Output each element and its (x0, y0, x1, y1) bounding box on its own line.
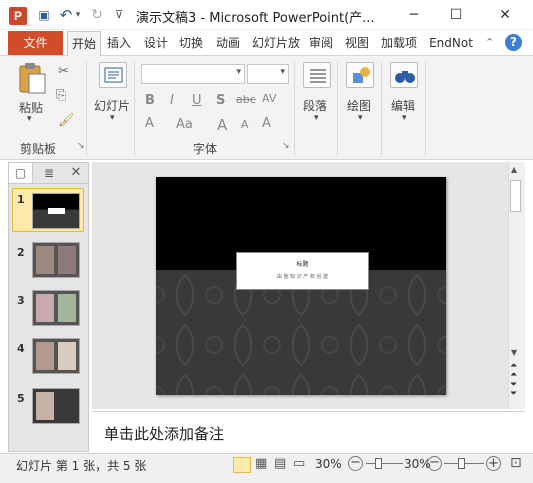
tab-insert[interactable]: 插入 (104, 31, 134, 55)
tab-file[interactable]: 文件 (8, 31, 63, 55)
text-shadow-button[interactable]: S (216, 93, 225, 108)
minimize-button[interactable]: ─ (393, 0, 435, 30)
tab-addins[interactable]: 加载项 (378, 31, 420, 55)
zoom-slider-thumb-2[interactable] (458, 458, 465, 469)
zoom-in-button[interactable]: + (486, 456, 501, 471)
zoom-out-button-2[interactable]: − (427, 456, 442, 471)
zoom-level[interactable]: 30% (315, 457, 342, 471)
copy-icon[interactable]: ⎘ (56, 88, 66, 103)
underline-button[interactable]: U (192, 93, 202, 108)
reading-view-icon[interactable]: ▤ (274, 456, 286, 471)
slideshow-view-icon[interactable]: ▭ (293, 456, 305, 471)
tab-slideshow[interactable]: 幻灯片放 (250, 31, 302, 55)
tab-endnote[interactable]: EndNot (426, 31, 476, 55)
paragraph-icon[interactable] (303, 62, 331, 88)
slide-thumbnail-1[interactable] (32, 193, 80, 229)
slide-number: 2 (17, 246, 25, 259)
cut-icon[interactable]: ✂ (58, 64, 69, 79)
fit-to-window-icon[interactable]: ⊡ (510, 455, 522, 471)
close-button[interactable]: ✕ (481, 0, 529, 30)
notes-pane[interactable]: 单击此处添加备注 (92, 411, 525, 453)
powerpoint-app-icon[interactable]: P (9, 7, 27, 25)
editing-dropdown-icon[interactable]: ▾ (402, 113, 407, 123)
customize-toolbar-icon[interactable]: ⊽ (110, 6, 128, 24)
paragraph-button-label[interactable]: 段落 (303, 97, 327, 114)
drawing-dropdown-icon[interactable]: ▾ (358, 113, 363, 123)
previous-slide-icon[interactable]: ⏶ ⏶ (510, 362, 517, 380)
paste-icon[interactable] (18, 62, 46, 94)
normal-view-icon[interactable] (233, 457, 251, 473)
zoom-slider-thumb[interactable] (375, 458, 382, 469)
maximize-button[interactable]: ☐ (435, 0, 477, 30)
new-slide-icon[interactable] (99, 62, 127, 88)
slide-number: 5 (17, 392, 25, 405)
find-binoculars-icon[interactable] (390, 62, 418, 88)
shrink-font-button[interactable]: A (241, 118, 249, 131)
collapse-ribbon-icon[interactable]: ⌃ (485, 36, 494, 49)
slide-subtitle: 由 整 知 识 产 权 创 建 (276, 274, 329, 280)
scroll-down-icon[interactable]: ▼ (511, 348, 517, 357)
help-icon[interactable]: ? (505, 34, 522, 51)
tab-design[interactable]: 设计 (141, 31, 171, 55)
font-name-combo[interactable]: ▾ (141, 64, 245, 84)
font-launcher-icon[interactable]: ↘ (282, 141, 290, 151)
notes-placeholder: 单击此处添加备注 (104, 425, 225, 443)
new-slide-button-label[interactable]: 幻灯片 (94, 97, 130, 114)
strikethrough-button[interactable]: abc (236, 93, 256, 106)
slide-number: 3 (17, 294, 25, 307)
slide-count-status: 幻灯片 第 1 张，共 5 张 (16, 459, 147, 473)
slide-thumbnail-5[interactable] (32, 388, 80, 424)
window-title: 演示文稿3 - Microsoft PowerPoint(产... (136, 11, 375, 26)
grow-font-button[interactable]: A (217, 116, 227, 134)
font-color-button[interactable]: A (145, 116, 154, 131)
next-slide-icon[interactable]: ⏷ ⏷ (510, 381, 517, 399)
slide-number: 4 (17, 342, 25, 355)
tab-review[interactable]: 审阅 (306, 31, 336, 55)
bold-button[interactable]: B (145, 93, 155, 108)
undo-dropdown-icon[interactable]: ▾ (73, 6, 83, 24)
paragraph-dropdown-icon[interactable]: ▾ (314, 113, 319, 123)
slide-sorter-icon[interactable]: ▦ (255, 456, 267, 471)
slides-tab-icon[interactable]: ▢ (9, 163, 33, 183)
change-case-button[interactable]: Aa (176, 117, 193, 132)
scrollbar-thumb[interactable] (510, 180, 521, 212)
redo-icon[interactable]: ↻ (88, 6, 106, 24)
paste-dropdown-icon[interactable]: ▾ (27, 114, 32, 124)
slide-thumbnail-3[interactable] (32, 290, 80, 326)
slide-number: 1 (17, 193, 25, 206)
outline-tab-icon[interactable]: ≣ (36, 163, 62, 183)
font-group-label: 字体 (193, 142, 218, 156)
drawing-button-label[interactable]: 绘图 (347, 97, 371, 114)
editing-button-label[interactable]: 编辑 (391, 97, 415, 114)
scroll-up-icon[interactable]: ▲ (511, 165, 517, 174)
slide-title-box[interactable]: 标题 由 整 知 识 产 权 创 建 (236, 252, 369, 290)
slide-title: 标题 (296, 261, 309, 268)
drawing-shapes-icon[interactable] (346, 62, 374, 88)
clipboard-launcher-icon[interactable]: ↘ (77, 141, 85, 151)
clear-formatting-button[interactable]: A (262, 116, 271, 131)
slide-thumbnail-4[interactable] (32, 338, 80, 374)
tab-view[interactable]: 视图 (342, 31, 372, 55)
slides-dropdown-icon[interactable]: ▾ (110, 113, 115, 123)
slide-thumbnail-2[interactable] (32, 242, 80, 278)
font-size-combo[interactable]: ▾ (247, 64, 289, 84)
italic-button[interactable]: I (170, 93, 174, 108)
tab-transitions[interactable]: 切换 (176, 31, 206, 55)
tab-home[interactable]: 开始 (67, 31, 101, 57)
zoom-out-button[interactable]: − (348, 456, 363, 471)
clipboard-group-label: 剪贴板 (20, 142, 57, 156)
character-spacing-button[interactable]: AV (262, 92, 276, 105)
tab-animations[interactable]: 动画 (213, 31, 243, 55)
save-icon[interactable]: ▣ (35, 6, 53, 24)
format-painter-icon[interactable]: 🖌 (58, 113, 75, 128)
close-panel-icon[interactable]: ✕ (66, 163, 86, 183)
